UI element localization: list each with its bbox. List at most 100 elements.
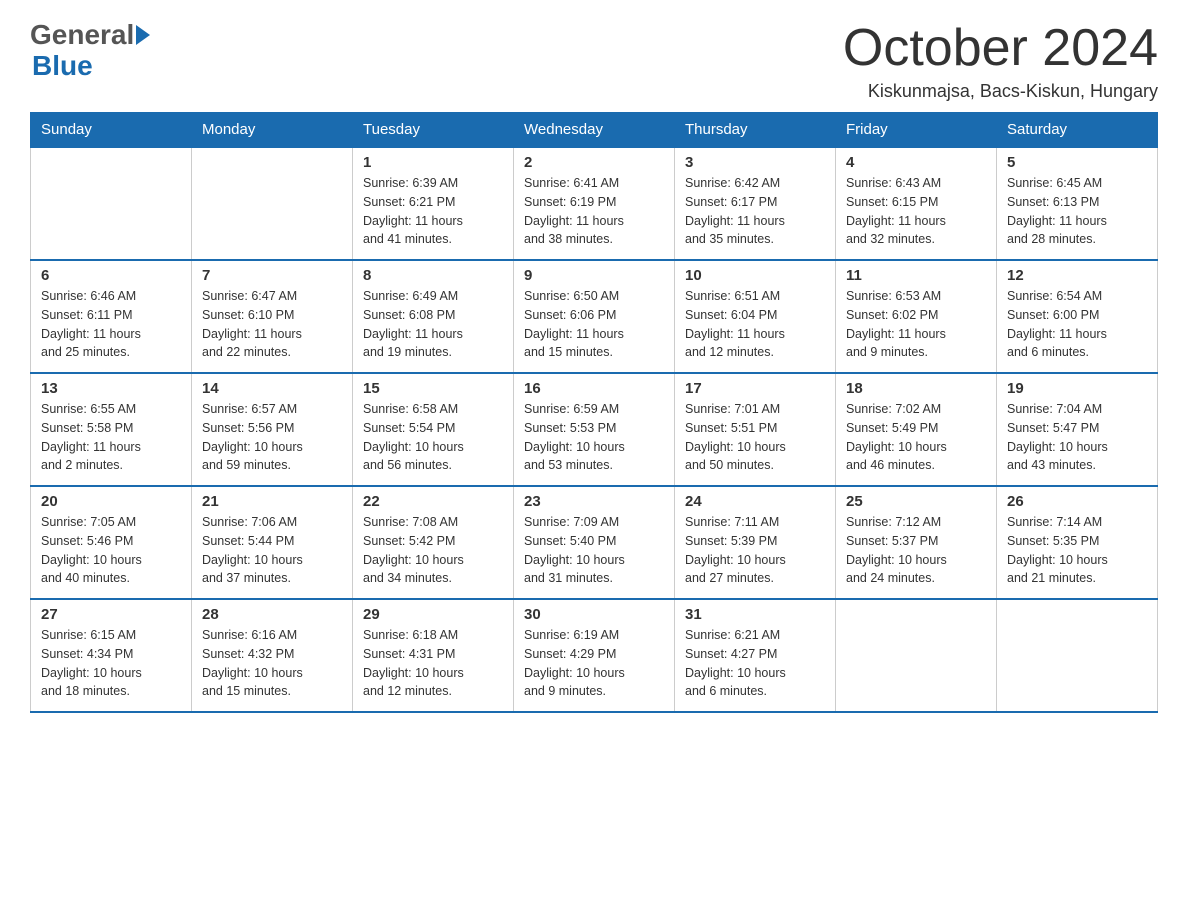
day-number: 4	[846, 154, 986, 171]
calendar-week-row: 13 Sunrise: 6:55 AMSunset: 5:58 PMDayligh…	[31, 373, 1158, 486]
day-number: 29	[363, 606, 503, 623]
calendar-cell: 12 Sunrise: 6:54 AMSunset: 6:00 PMDayligh…	[997, 260, 1158, 373]
page-header: General Blue October 2024 Kiskunmajsa, B…	[30, 20, 1158, 102]
weekday-header-thursday: Thursday	[675, 113, 836, 148]
day-info: Sunrise: 7:04 AMSunset: 5:47 PMDaylight:…	[1007, 400, 1147, 475]
day-number: 19	[1007, 380, 1147, 397]
calendar-cell: 30Sunrise: 6:19 AMSunset: 4:29 PMDayligh…	[514, 599, 675, 712]
day-info: Sunrise: 6:45 AMSunset: 6:13 PMDaylight:…	[1007, 174, 1147, 249]
calendar-cell	[192, 147, 353, 260]
day-number: 1	[363, 154, 503, 171]
title-area: October 2024 Kiskunmajsa, Bacs-Kiskun, H…	[843, 20, 1158, 102]
weekday-header-saturday: Saturday	[997, 113, 1158, 148]
calendar-cell: 29 Sunrise: 6:18 AMSunset: 4:31 PMDayligh…	[353, 599, 514, 712]
calendar-cell: 9 Sunrise: 6:50 AMSunset: 6:06 PMDaylight…	[514, 260, 675, 373]
day-number: 22	[363, 493, 503, 510]
day-number: 12	[1007, 267, 1147, 284]
weekday-header-row: SundayMondayTuesdayWednesdayThursdayFrid…	[31, 113, 1158, 148]
day-number: 25	[846, 493, 986, 510]
calendar-cell: 23 Sunrise: 7:09 AMSunset: 5:40 PMDayligh…	[514, 486, 675, 599]
day-number: 30	[524, 606, 664, 623]
day-info: Sunrise: 6:57 AMSunset: 5:56 PMDaylight:…	[202, 400, 342, 475]
logo-blue-text: Blue	[32, 50, 93, 81]
day-info: Sunrise: 6:21 AMSunset: 4:27 PMDaylight:…	[685, 626, 825, 701]
calendar-cell: 22 Sunrise: 7:08 AMSunset: 5:42 PMDayligh…	[353, 486, 514, 599]
calendar-cell	[997, 599, 1158, 712]
day-number: 14	[202, 380, 342, 397]
day-number: 20	[41, 493, 181, 510]
calendar-cell: 7 Sunrise: 6:47 AMSunset: 6:10 PMDaylight…	[192, 260, 353, 373]
weekday-header-monday: Monday	[192, 113, 353, 148]
day-number: 31	[685, 606, 825, 623]
day-info: Sunrise: 6:18 AMSunset: 4:31 PMDaylight:…	[363, 626, 503, 701]
day-info: Sunrise: 6:54 AMSunset: 6:00 PMDaylight:…	[1007, 287, 1147, 362]
day-number: 21	[202, 493, 342, 510]
calendar-cell: 18 Sunrise: 7:02 AMSunset: 5:49 PMDayligh…	[836, 373, 997, 486]
calendar-table: SundayMondayTuesdayWednesdayThursdayFrid…	[30, 112, 1158, 713]
calendar-cell: 14 Sunrise: 6:57 AMSunset: 5:56 PMDayligh…	[192, 373, 353, 486]
day-info: Sunrise: 7:11 AMSunset: 5:39 PMDaylight:…	[685, 513, 825, 588]
calendar-week-row: 1 Sunrise: 6:39 AMSunset: 6:21 PMDaylight…	[31, 147, 1158, 260]
calendar-cell: 19 Sunrise: 7:04 AMSunset: 5:47 PMDayligh…	[997, 373, 1158, 486]
day-info: Sunrise: 6:55 AMSunset: 5:58 PMDaylight:…	[41, 400, 181, 475]
calendar-cell: 20 Sunrise: 7:05 AMSunset: 5:46 PMDayligh…	[31, 486, 192, 599]
day-info: Sunrise: 6:51 AMSunset: 6:04 PMDaylight:…	[685, 287, 825, 362]
day-info: Sunrise: 7:02 AMSunset: 5:49 PMDaylight:…	[846, 400, 986, 475]
weekday-header-sunday: Sunday	[31, 113, 192, 148]
day-info: Sunrise: 6:49 AMSunset: 6:08 PMDaylight:…	[363, 287, 503, 362]
day-number: 26	[1007, 493, 1147, 510]
logo: General Blue	[30, 20, 150, 82]
calendar-cell: 1 Sunrise: 6:39 AMSunset: 6:21 PMDaylight…	[353, 147, 514, 260]
calendar-cell: 24Sunrise: 7:11 AMSunset: 5:39 PMDayligh…	[675, 486, 836, 599]
day-info: Sunrise: 7:05 AMSunset: 5:46 PMDaylight:…	[41, 513, 181, 588]
day-number: 23	[524, 493, 664, 510]
day-info: Sunrise: 6:50 AMSunset: 6:06 PMDaylight:…	[524, 287, 664, 362]
calendar-cell: 21 Sunrise: 7:06 AMSunset: 5:44 PMDayligh…	[192, 486, 353, 599]
day-number: 9	[524, 267, 664, 284]
day-number: 5	[1007, 154, 1147, 171]
day-number: 2	[524, 154, 664, 171]
day-info: Sunrise: 6:39 AMSunset: 6:21 PMDaylight:…	[363, 174, 503, 249]
day-info: Sunrise: 6:59 AMSunset: 5:53 PMDaylight:…	[524, 400, 664, 475]
weekday-header-wednesday: Wednesday	[514, 113, 675, 148]
day-info: Sunrise: 6:16 AMSunset: 4:32 PMDaylight:…	[202, 626, 342, 701]
day-info: Sunrise: 6:42 AMSunset: 6:17 PMDaylight:…	[685, 174, 825, 249]
calendar-cell: 8 Sunrise: 6:49 AMSunset: 6:08 PMDaylight…	[353, 260, 514, 373]
logo-triangle-icon	[136, 25, 150, 45]
calendar-week-row: 6 Sunrise: 6:46 AMSunset: 6:11 PMDaylight…	[31, 260, 1158, 373]
calendar-cell	[836, 599, 997, 712]
day-number: 16	[524, 380, 664, 397]
day-number: 10	[685, 267, 825, 284]
calendar-cell: 16 Sunrise: 6:59 AMSunset: 5:53 PMDayligh…	[514, 373, 675, 486]
calendar-cell: 26 Sunrise: 7:14 AMSunset: 5:35 PMDayligh…	[997, 486, 1158, 599]
day-number: 13	[41, 380, 181, 397]
calendar-cell: 31 Sunrise: 6:21 AMSunset: 4:27 PMDayligh…	[675, 599, 836, 712]
day-info: Sunrise: 7:09 AMSunset: 5:40 PMDaylight:…	[524, 513, 664, 588]
day-number: 3	[685, 154, 825, 171]
calendar-cell: 28 Sunrise: 6:16 AMSunset: 4:32 PMDayligh…	[192, 599, 353, 712]
weekday-header-tuesday: Tuesday	[353, 113, 514, 148]
calendar-cell: 25Sunrise: 7:12 AMSunset: 5:37 PMDayligh…	[836, 486, 997, 599]
day-number: 8	[363, 267, 503, 284]
calendar-cell	[31, 147, 192, 260]
day-info: Sunrise: 7:14 AMSunset: 5:35 PMDaylight:…	[1007, 513, 1147, 588]
day-number: 28	[202, 606, 342, 623]
weekday-header-friday: Friday	[836, 113, 997, 148]
day-info: Sunrise: 6:47 AMSunset: 6:10 PMDaylight:…	[202, 287, 342, 362]
day-info: Sunrise: 6:41 AMSunset: 6:19 PMDaylight:…	[524, 174, 664, 249]
day-number: 15	[363, 380, 503, 397]
calendar-week-row: 20 Sunrise: 7:05 AMSunset: 5:46 PMDayligh…	[31, 486, 1158, 599]
calendar-cell: 4Sunrise: 6:43 AMSunset: 6:15 PMDaylight…	[836, 147, 997, 260]
calendar-cell: 15Sunrise: 6:58 AMSunset: 5:54 PMDayligh…	[353, 373, 514, 486]
day-number: 6	[41, 267, 181, 284]
day-number: 11	[846, 267, 986, 284]
day-info: Sunrise: 7:08 AMSunset: 5:42 PMDaylight:…	[363, 513, 503, 588]
day-info: Sunrise: 6:53 AMSunset: 6:02 PMDaylight:…	[846, 287, 986, 362]
day-number: 18	[846, 380, 986, 397]
calendar-cell: 5 Sunrise: 6:45 AMSunset: 6:13 PMDaylight…	[997, 147, 1158, 260]
day-number: 7	[202, 267, 342, 284]
day-info: Sunrise: 6:46 AMSunset: 6:11 PMDaylight:…	[41, 287, 181, 362]
day-info: Sunrise: 7:01 AMSunset: 5:51 PMDaylight:…	[685, 400, 825, 475]
day-info: Sunrise: 7:06 AMSunset: 5:44 PMDaylight:…	[202, 513, 342, 588]
month-title: October 2024	[843, 20, 1158, 77]
